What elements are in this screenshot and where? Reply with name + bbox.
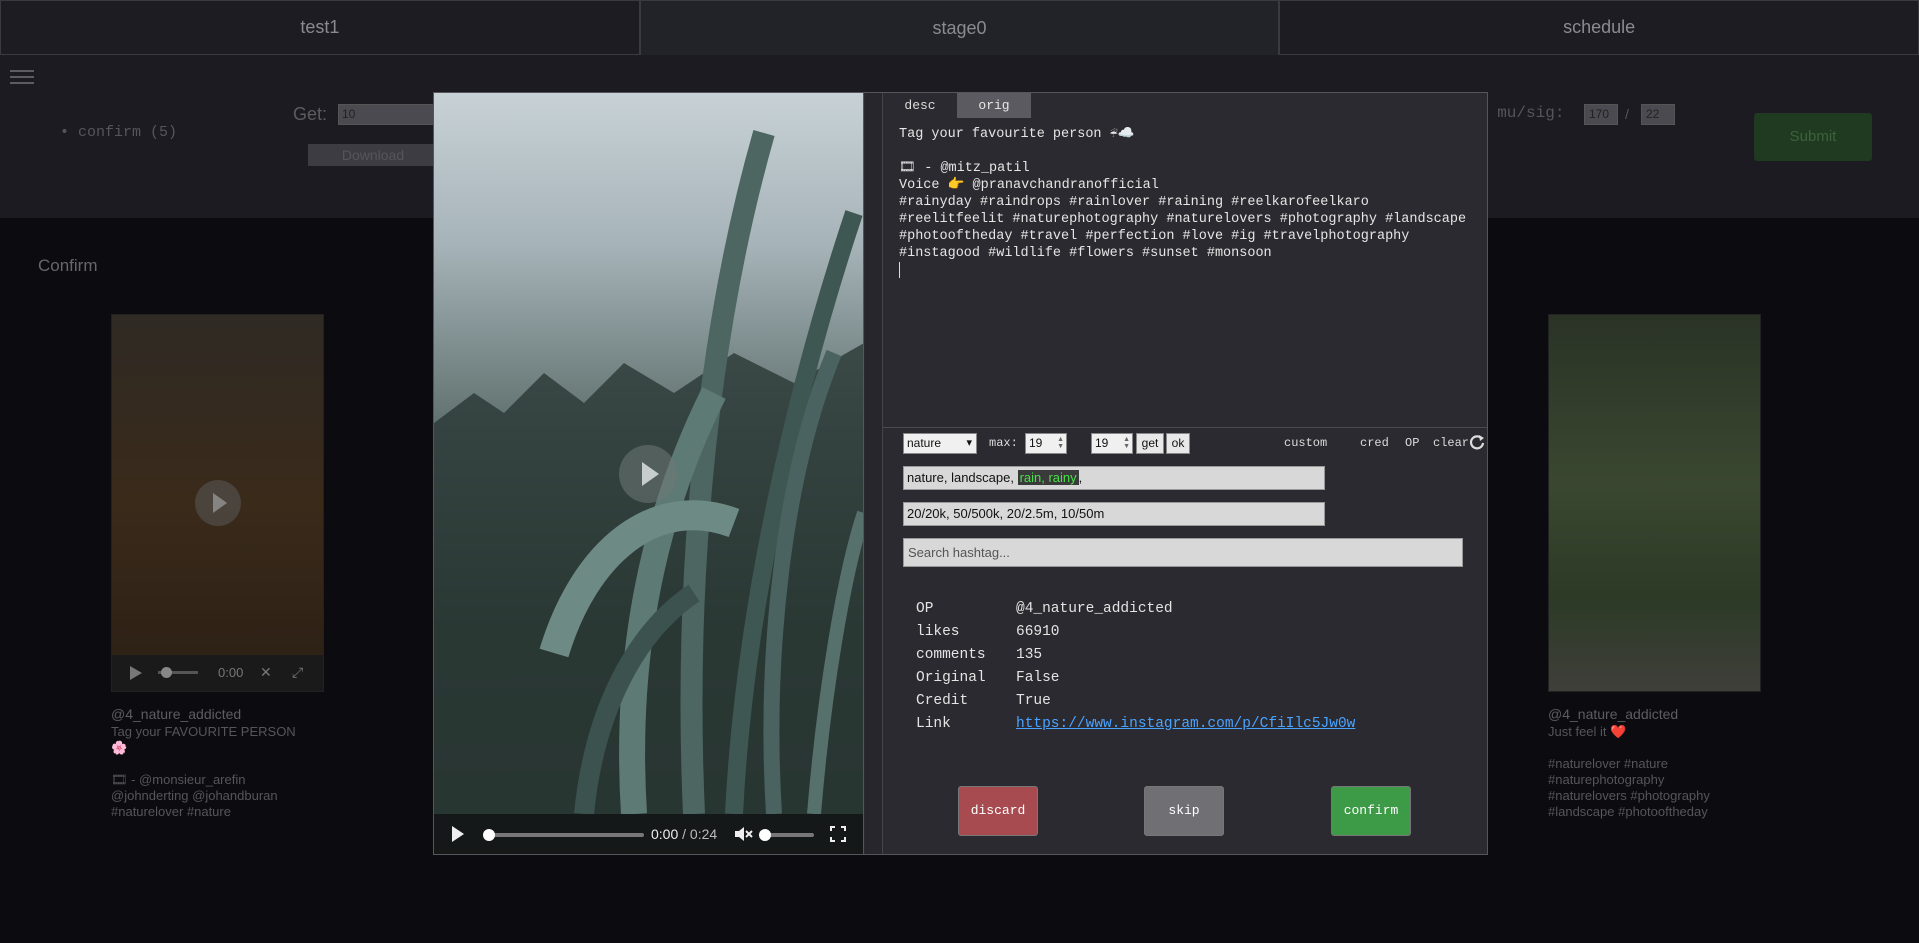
info-key: comments (916, 647, 986, 663)
card-caption: Just feel it ❤️ #naturelover #nature #na… (1548, 724, 1710, 819)
description-editor[interactable]: Tag your favourite person ☔☁️ 🎞 - @mitz_… (883, 118, 1487, 428)
post-link[interactable]: https://www.instagram.com/p/CfiIlc5Jw0w (1016, 716, 1355, 739)
count-input[interactable]: 19 ▲ ▼ (1091, 433, 1133, 454)
max-label: max: (989, 436, 1018, 450)
video-player[interactable]: 0:00 / 0:24 (434, 93, 864, 854)
info-row-original: Original False (916, 670, 1355, 693)
info-row-comments: comments 135 (916, 647, 1355, 670)
card-caption: Tag your FAVOURITE PERSON 🌸 🎞 - @monsieu… (111, 724, 296, 819)
mute-icon[interactable] (733, 825, 753, 843)
menu-icon[interactable] (10, 66, 34, 90)
sidebar-item-confirm[interactable]: • confirm (5) (60, 124, 177, 141)
video-controls: 0:00 / 0:24 (434, 814, 863, 854)
info-value: @4_nature_addicted (1016, 601, 1173, 617)
post-thumbnail[interactable] (1548, 314, 1761, 692)
clear-link[interactable]: clear (1433, 436, 1469, 450)
musig-label: k mu/sig: (1478, 104, 1565, 122)
tab-stage0[interactable]: stage0 (639, 0, 1280, 55)
custom-link[interactable]: custom (1284, 436, 1327, 450)
tab-desc[interactable]: desc (883, 93, 957, 118)
hashtag-controls: nature max: 19 ▲▼ 19 ▲▼ get ok custom cred… (903, 433, 1485, 457)
mini-time: 0:00 (218, 665, 244, 680)
confirm-button[interactable]: confirm (1331, 786, 1411, 836)
info-row-op: OP @4_nature_addicted (916, 601, 1355, 624)
info-row-link: Link https://www.instagram.com/p/CfiIlc5J… (916, 716, 1355, 739)
post-info: OP @4_nature_addicted likes 66910 comments… (916, 601, 1355, 739)
section-title: Confirm (38, 256, 98, 275)
review-modal: 0:00 / 0:24 desc orig Tag your favourite… (433, 92, 1488, 855)
info-value: 66910 (1016, 624, 1060, 640)
info-key: Original (916, 670, 986, 686)
play-icon[interactable] (194, 480, 241, 526)
musig-slash: / (1625, 106, 1629, 122)
text-caret (899, 262, 900, 278)
info-row-credit: Credit True (916, 693, 1355, 716)
spinner-icon[interactable]: ▲ ▼ (1057, 436, 1064, 450)
mini-play-icon[interactable] (130, 666, 142, 680)
volume-knob[interactable] (759, 829, 771, 841)
fullscreen-icon[interactable] (830, 826, 846, 842)
spinner-icon[interactable]: ▲ ▼ (1123, 436, 1130, 450)
tab-schedule[interactable]: schedule (1279, 0, 1919, 55)
info-key: Link (916, 716, 951, 732)
sig-input[interactable]: 22 (1641, 104, 1675, 125)
top-tab-bar: test1 stage0 schedule (0, 0, 1919, 55)
info-row-likes: likes 66910 (916, 624, 1355, 647)
mini-progress-knob[interactable] (161, 667, 172, 678)
current-time: 0:00 (651, 826, 679, 842)
get-input[interactable]: 10 (338, 104, 434, 125)
tags-highlight: rain, rainy (1017, 470, 1079, 485)
ok-button[interactable]: ok (1166, 433, 1190, 454)
progress-knob[interactable] (483, 829, 495, 841)
mute-icon[interactable]: ✕ (260, 664, 272, 681)
card-handle: @4_nature_addicted (1548, 706, 1679, 722)
count-value: 19 (1095, 436, 1109, 450)
panel-divider (865, 93, 883, 854)
discard-button[interactable]: discard (958, 786, 1038, 836)
progress-track[interactable] (487, 833, 644, 837)
category-select[interactable]: nature (903, 433, 977, 454)
post-card: @4_nature_addicted Just feel it ❤️ #natu… (1548, 314, 1761, 820)
ranges-field[interactable]: 20/20k, 50/500k, 20/2.5m, 10/50m (903, 502, 1325, 526)
cred-link[interactable]: cred (1360, 436, 1389, 450)
info-key: likes (916, 624, 960, 640)
selected-hashtags-field[interactable]: nature, landscape, rain, rainy, (903, 466, 1325, 490)
info-value: True (1016, 693, 1051, 709)
tab-orig[interactable]: orig (957, 93, 1031, 118)
duration: 0:24 (689, 826, 718, 842)
video-time: 0:00 / 0:24 (651, 826, 718, 842)
info-value: 135 (1016, 647, 1043, 663)
download-button[interactable]: Download (308, 144, 438, 166)
mini-player-controls: 0:00 ✕ ⤢ (112, 655, 323, 691)
tags-suffix: , (1078, 470, 1083, 485)
submit-button[interactable]: Submit (1754, 113, 1872, 161)
fullscreen-icon[interactable]: ⤢ (292, 664, 303, 681)
mu-input[interactable]: 170 (1584, 104, 1618, 125)
get-label: Get: (293, 104, 328, 124)
play-icon[interactable] (619, 445, 677, 503)
refresh-icon[interactable] (1469, 433, 1485, 451)
details-panel: desc orig Tag your favourite person ☔☁️ … (883, 93, 1487, 854)
skip-button[interactable]: skip (1144, 786, 1224, 836)
get-button[interactable]: get (1136, 433, 1164, 454)
play-button-icon[interactable] (452, 826, 464, 842)
info-key: OP (916, 601, 934, 617)
info-key: Credit (916, 693, 969, 709)
tab-test1[interactable]: test1 (0, 0, 640, 55)
description-text: Tag your favourite person ☔☁️ 🎞 - @mitz_… (899, 127, 1467, 261)
post-card: 0:00 ✕ ⤢ @4_nature_addicted Tag your FAV… (111, 314, 324, 820)
volume-track[interactable] (764, 833, 814, 837)
card-handle: @4_nature_addicted (111, 706, 242, 722)
max-input[interactable]: 19 ▲ ▼ (1025, 433, 1067, 454)
op-link[interactable]: OP (1405, 436, 1419, 450)
info-value: False (1016, 670, 1060, 686)
description-tabs: desc orig (883, 93, 1031, 118)
tags-text: nature, landscape, (907, 470, 1018, 485)
max-value: 19 (1029, 436, 1043, 450)
hashtag-search-input[interactable]: Search hashtag... (903, 538, 1463, 567)
post-thumbnail[interactable]: 0:00 ✕ ⤢ (111, 314, 324, 692)
